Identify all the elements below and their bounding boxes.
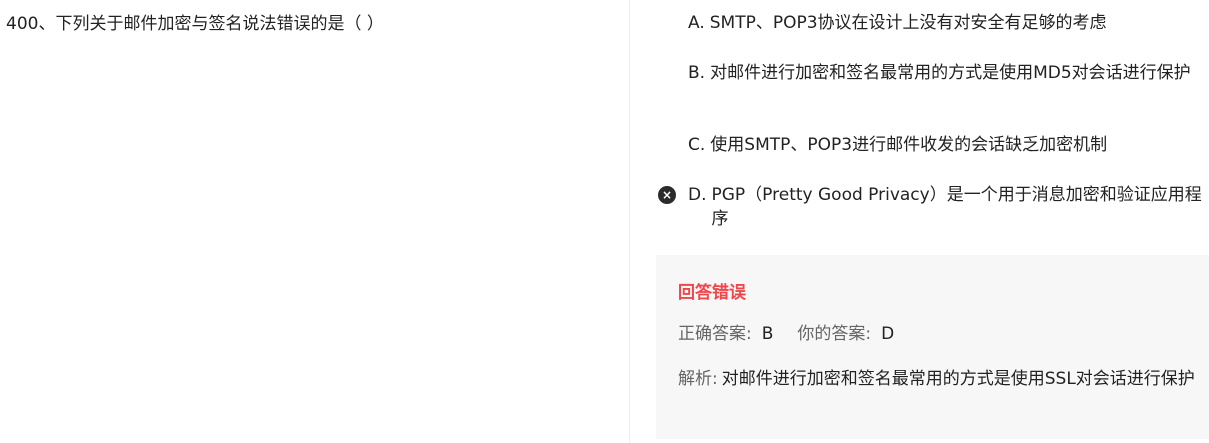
- your-answer-value: D: [881, 324, 895, 344]
- option-d-letter: D.: [688, 185, 707, 205]
- option-b-text: 对邮件进行加密和签名最常用的方式是使用MD5对会话进行保护: [710, 63, 1191, 83]
- result-panel: 回答错误 正确答案: B 你的答案: D 解析: 对邮件进行加密和签名最常用的方式是使…: [656, 255, 1209, 439]
- option-c-letter: C.: [688, 135, 706, 155]
- analysis-row: 解析: 对邮件进行加密和签名最常用的方式是使用SSL对会话进行保护: [678, 367, 1198, 391]
- question-text: 400、下列关于邮件加密与签名说法错误的是（ ）: [6, 14, 384, 34]
- analysis-label: 解析:: [678, 369, 718, 389]
- wrong-answer-icon: ×: [658, 186, 676, 204]
- option-d-text: PGP（Pretty Good Privacy）是一个用于消息加密和验证应用程序: [711, 185, 1202, 229]
- option-b-letter: B.: [688, 63, 706, 83]
- option-a-letter: A.: [688, 13, 705, 33]
- answer-row: 正确答案: B 你的答案: D: [678, 322, 918, 346]
- option-c[interactable]: C. 使用SMTP、POP3进行邮件收发的会话缺乏加密机制: [688, 133, 1208, 157]
- question-pane: 400、下列关于邮件加密与签名说法错误的是（ ）: [0, 0, 630, 443]
- options-pane: A. SMTP、POP3协议在设计上没有对安全有足够的考虑 B. 对邮件进行加密…: [656, 0, 1209, 443]
- result-title: 回答错误: [678, 283, 746, 303]
- correct-answer-value: B: [761, 324, 774, 344]
- option-a-text: SMTP、POP3协议在设计上没有对安全有足够的考虑: [709, 13, 1107, 33]
- analysis-text: 对邮件进行加密和签名最常用的方式是使用SSL对会话进行保护: [721, 369, 1195, 389]
- your-answer-label: 你的答案:: [797, 324, 872, 344]
- option-d[interactable]: × D. PGP（Pretty Good Privacy）是一个用于消息加密和验…: [658, 183, 1208, 231]
- option-b[interactable]: B. 对邮件进行加密和签名最常用的方式是使用MD5对会话进行保护: [688, 61, 1208, 85]
- quiz-page: 400、下列关于邮件加密与签名说法错误的是（ ） A. SMTP、POP3协议在…: [0, 0, 1209, 443]
- correct-answer-label: 正确答案:: [678, 324, 752, 344]
- option-a[interactable]: A. SMTP、POP3协议在设计上没有对安全有足够的考虑: [688, 11, 1208, 35]
- option-c-text: 使用SMTP、POP3进行邮件收发的会话缺乏加密机制: [710, 135, 1108, 155]
